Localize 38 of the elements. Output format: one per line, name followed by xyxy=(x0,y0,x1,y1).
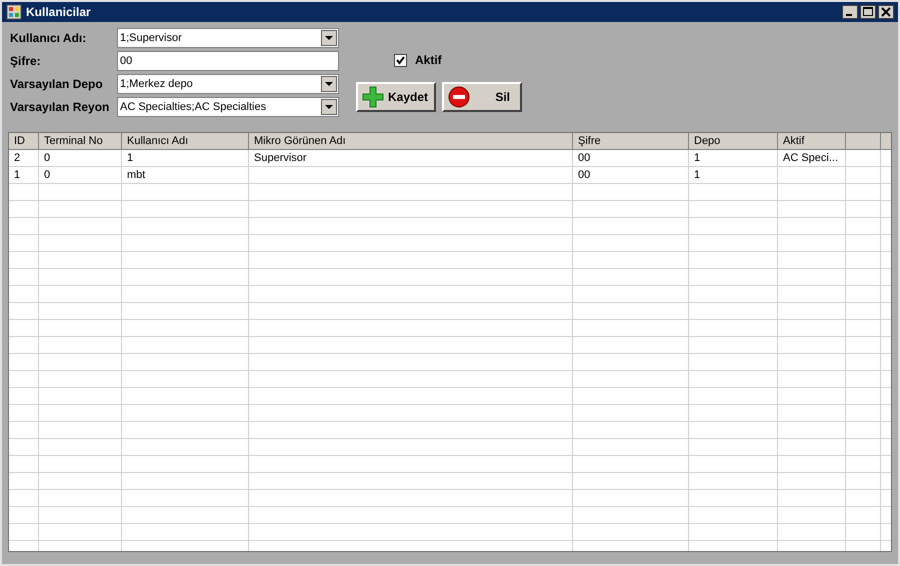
table-cell: 0 xyxy=(39,150,122,166)
plus-icon xyxy=(362,86,384,108)
table-cell: 1 xyxy=(689,150,778,166)
column-header[interactable]: Şifre xyxy=(573,133,689,149)
save-button[interactable]: Kaydet xyxy=(356,82,436,112)
column-header[interactable]: ID xyxy=(9,133,39,149)
column-header[interactable]: Depo xyxy=(689,133,778,149)
table-cell: 1 xyxy=(9,167,39,183)
table-cell: mbt xyxy=(122,167,249,183)
table-cell: 00 xyxy=(573,150,689,166)
field-label: Şifre: xyxy=(10,53,42,70)
table-cell: 1 xyxy=(689,167,778,183)
table-cell: 0 xyxy=(39,167,122,183)
input-field[interactable]: 00 xyxy=(117,51,339,71)
close-icon[interactable] xyxy=(878,5,894,19)
maximize-icon[interactable] xyxy=(860,5,876,19)
column-header[interactable]: Aktif xyxy=(778,133,846,149)
table-cell: 1 xyxy=(122,150,249,166)
table-cell: Supervisor xyxy=(249,150,573,166)
column-header[interactable]: Kullanıcı Adı xyxy=(122,133,249,149)
delete-button[interactable]: Sil xyxy=(442,82,522,112)
dropdown[interactable]: 1;Supervisor xyxy=(117,28,339,48)
checkbox-label: Aktif xyxy=(415,52,442,69)
app-icon xyxy=(6,4,22,20)
table-cell: 00 xyxy=(573,167,689,183)
checkbox[interactable] xyxy=(394,54,407,66)
field-label: Kullanıcı Adı: xyxy=(10,30,88,47)
field-label: Varsayılan Depo xyxy=(10,76,104,93)
table-cell: AC Speci... xyxy=(778,150,846,166)
dropdown[interactable]: AC Specialties;AC Specialties xyxy=(117,97,339,117)
column-header[interactable]: Terminal No xyxy=(39,133,122,149)
window-title: Kullanicilar xyxy=(26,4,91,21)
column-header[interactable]: Mikro Görünen Adı xyxy=(249,133,573,149)
table-cell: 2 xyxy=(9,150,39,166)
field-label: Varsayılan Reyon xyxy=(10,99,110,116)
minus-circle-icon xyxy=(448,86,470,108)
dropdown[interactable]: 1;Merkez depo xyxy=(117,74,339,94)
minimize-icon[interactable] xyxy=(842,5,858,19)
